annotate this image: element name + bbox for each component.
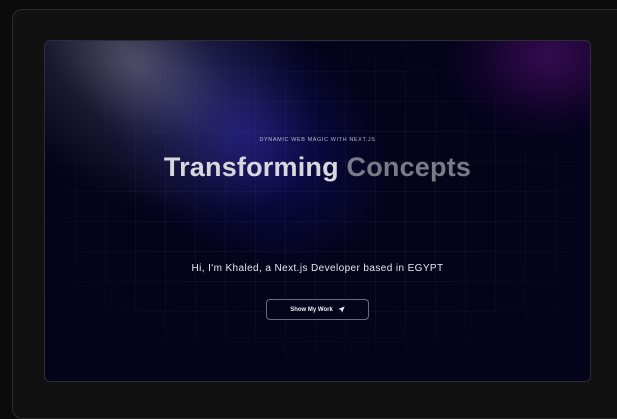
show-my-work-button[interactable]: Show My Work	[266, 299, 369, 320]
hero-eyebrow: DYNAMIC WEB MAGIC WITH NEXT.JS	[259, 137, 376, 143]
headline-secondary: Concepts	[346, 152, 472, 182]
hero-subtitle: Hi, I'm Khaled, a Next.js Developer base…	[191, 263, 444, 274]
hero-section: DYNAMIC WEB MAGIC WITH NEXT.JS Transform…	[44, 40, 591, 382]
headline-primary: Transforming	[163, 152, 339, 182]
location-arrow-icon	[338, 306, 345, 313]
hero-headline: Transforming Concepts	[45, 151, 590, 183]
hero-content: DYNAMIC WEB MAGIC WITH NEXT.JS Transform…	[45, 41, 590, 381]
cta-label: Show My Work	[290, 306, 333, 313]
